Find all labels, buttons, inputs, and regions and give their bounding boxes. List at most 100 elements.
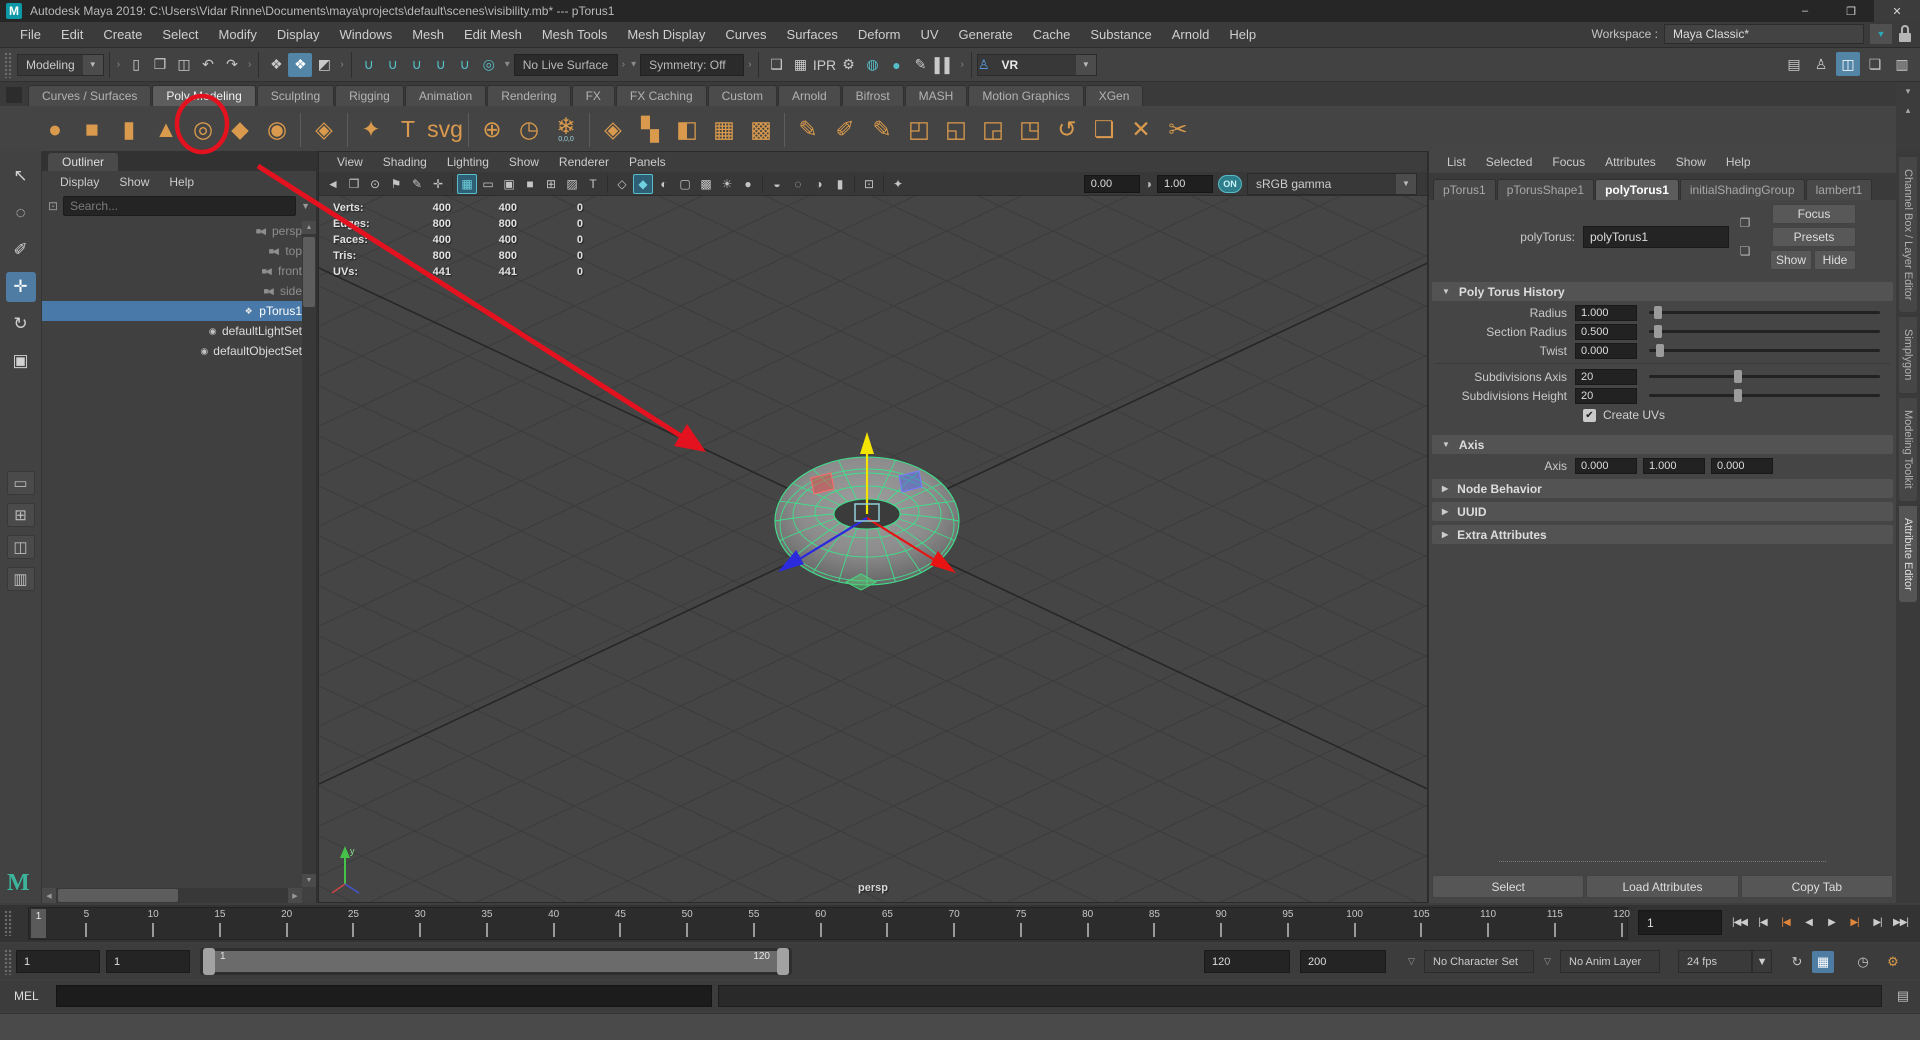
- menu-set-dropdown[interactable]: Modeling▼: [17, 54, 104, 76]
- viewport-toolbar-icon[interactable]: ●: [738, 174, 758, 194]
- render-icon[interactable]: ▌▌: [932, 53, 956, 77]
- shelf-icon[interactable]: ●: [38, 110, 72, 148]
- playback-button[interactable]: ▶: [1820, 908, 1843, 937]
- outliner-item[interactable]: ■◀top: [42, 241, 302, 261]
- statusline-icon[interactable]: ◫: [172, 53, 196, 77]
- character-set-dropdown[interactable]: No Character Set: [1424, 950, 1534, 973]
- menu-item[interactable]: Curves: [715, 27, 776, 42]
- playback-button[interactable]: ▶|: [1843, 908, 1866, 937]
- viewport-toolbar-icon[interactable]: ◒: [767, 174, 787, 194]
- shelf-icon[interactable]: ◎: [186, 110, 220, 148]
- attribute-value-field[interactable]: [1575, 305, 1637, 321]
- tool-icon[interactable]: ↖: [6, 161, 36, 191]
- footer-button[interactable]: Copy Tab: [1741, 875, 1893, 898]
- live-surface-field[interactable]: No Live Surface: [514, 54, 618, 76]
- panel-toggle-icon[interactable]: ♙: [1809, 52, 1833, 76]
- snap-icon[interactable]: ◎: [477, 53, 501, 77]
- outliner-item[interactable]: ◉defaultLightSet: [42, 321, 302, 341]
- menu-item[interactable]: File: [10, 27, 51, 42]
- viewport-toolbar-icon[interactable]: T: [583, 174, 603, 194]
- outliner-vertical-scrollbar[interactable]: ▲ ▼: [302, 221, 316, 887]
- snap-icon[interactable]: ∪: [453, 53, 477, 77]
- workspace-lock-icon[interactable]: [1898, 25, 1912, 43]
- snap-icon[interactable]: ∪: [429, 53, 453, 77]
- outliner-filter-icon[interactable]: ⊡: [48, 199, 58, 213]
- viewport-toolbar-icon[interactable]: [449, 174, 456, 194]
- playback-start-field[interactable]: [106, 950, 190, 973]
- selection-mode-icon[interactable]: ❖: [264, 53, 288, 77]
- render-icon[interactable]: ✎: [908, 53, 932, 77]
- menu-item[interactable]: Display: [267, 27, 330, 42]
- shelf-icon[interactable]: ◉: [260, 110, 294, 148]
- render-icon[interactable]: ❑: [764, 53, 788, 77]
- shelf-icon[interactable]: ◲: [976, 110, 1010, 148]
- snap-icon[interactable]: ∪: [357, 53, 381, 77]
- viewport-canvas[interactable]: y: [319, 196, 1427, 902]
- gamma-field[interactable]: [1157, 175, 1213, 193]
- selection-mode-icon[interactable]: ❖: [288, 53, 312, 77]
- shelf-icon[interactable]: [344, 110, 351, 148]
- shelf-icon[interactable]: ◈: [596, 110, 630, 148]
- menu-item[interactable]: Edit Mesh: [454, 27, 532, 42]
- attribute-value-field[interactable]: [1575, 324, 1637, 340]
- range-grip[interactable]: [4, 949, 13, 975]
- viewport-toolbar-icon[interactable]: ▩: [696, 174, 716, 194]
- viewport-menu-item[interactable]: Lighting: [437, 155, 499, 169]
- command-language-toggle[interactable]: MEL: [14, 989, 39, 1003]
- shelf-icon[interactable]: ⊕: [475, 110, 509, 148]
- shelf-icon[interactable]: ▚: [633, 110, 667, 148]
- layout-shortcut-icon[interactable]: ▥: [7, 567, 35, 591]
- attribute-editor-menu-item[interactable]: List: [1437, 155, 1476, 169]
- range-end-handle[interactable]: [777, 948, 789, 975]
- attribute-slider[interactable]: [1649, 349, 1880, 352]
- shelf-tab[interactable]: Bifrost: [842, 85, 904, 106]
- panel-toggle-icon[interactable]: ▤: [1782, 52, 1806, 76]
- viewport-toolbar-icon[interactable]: ◐: [654, 174, 674, 194]
- viewport-toolbar-icon[interactable]: ⊙: [365, 174, 385, 194]
- viewport-toolbar-icon[interactable]: ▣: [499, 174, 519, 194]
- shelf-icon[interactable]: ✦: [354, 110, 388, 148]
- node-tab[interactable]: lambert1: [1806, 179, 1873, 200]
- tool-icon[interactable]: ✛: [6, 272, 36, 302]
- statusline-icon[interactable]: ↶: [196, 53, 220, 77]
- attribute-slider[interactable]: [1649, 394, 1880, 397]
- viewport-toolbar-icon[interactable]: ▦: [457, 174, 477, 194]
- shelf-icon[interactable]: [586, 110, 593, 148]
- selection-mode-icon[interactable]: ◩: [312, 53, 336, 77]
- viewport-toolbar-icon[interactable]: ◌: [788, 174, 808, 194]
- minimize-button[interactable]: –: [1782, 0, 1828, 22]
- panel-toggle-icon[interactable]: ▥: [1890, 52, 1914, 76]
- collapsed-section-header[interactable]: ▶ Extra Attributes: [1432, 525, 1893, 544]
- group-collapse-icon[interactable]: ›: [338, 59, 345, 70]
- show-button[interactable]: Show: [1770, 250, 1812, 270]
- command-result-field[interactable]: [718, 985, 1882, 1007]
- shelf-icon[interactable]: ◳: [1013, 110, 1047, 148]
- attribute-slider[interactable]: [1649, 330, 1880, 333]
- command-input[interactable]: [56, 985, 712, 1007]
- menu-item[interactable]: Mesh Tools: [532, 27, 618, 42]
- playback-button[interactable]: ▶▶|: [1889, 908, 1912, 937]
- viewport-toolbar-icon[interactable]: ✎: [407, 174, 427, 194]
- menu-item[interactable]: Arnold: [1162, 27, 1220, 42]
- axis-value-field[interactable]: [1643, 458, 1705, 474]
- attribute-editor-menu-item[interactable]: Selected: [1476, 155, 1543, 169]
- attribute-value-field[interactable]: [1575, 343, 1637, 359]
- statusline-icon[interactable]: ❐: [148, 53, 172, 77]
- section-header-poly-torus-history[interactable]: ▼ Poly Torus History: [1432, 282, 1893, 301]
- viewport-toolbar-icon[interactable]: [604, 174, 611, 194]
- shelf-icon[interactable]: ◆: [223, 110, 257, 148]
- shelf-tab[interactable]: Rigging: [335, 85, 404, 106]
- shelf-tab[interactable]: Rendering: [487, 85, 570, 106]
- tool-icon[interactable]: ✐: [6, 235, 36, 265]
- outliner-menu-item[interactable]: Help: [161, 175, 202, 189]
- node-tab[interactable]: polyTorus1: [1595, 179, 1679, 200]
- shelf-side-icon[interactable]: ▴: [1906, 105, 1911, 116]
- shelf-icon[interactable]: [297, 110, 304, 148]
- shelf-icon[interactable]: ▲: [149, 110, 183, 148]
- outliner-menu-item[interactable]: Show: [111, 175, 157, 189]
- panel-toggle-icon[interactable]: ◫: [1836, 52, 1860, 76]
- outliner-search-input[interactable]: [63, 196, 296, 216]
- shelf-icon[interactable]: ■: [75, 110, 109, 148]
- shelf-icon[interactable]: ▦: [707, 110, 741, 148]
- viewport-menu-item[interactable]: Shading: [373, 155, 437, 169]
